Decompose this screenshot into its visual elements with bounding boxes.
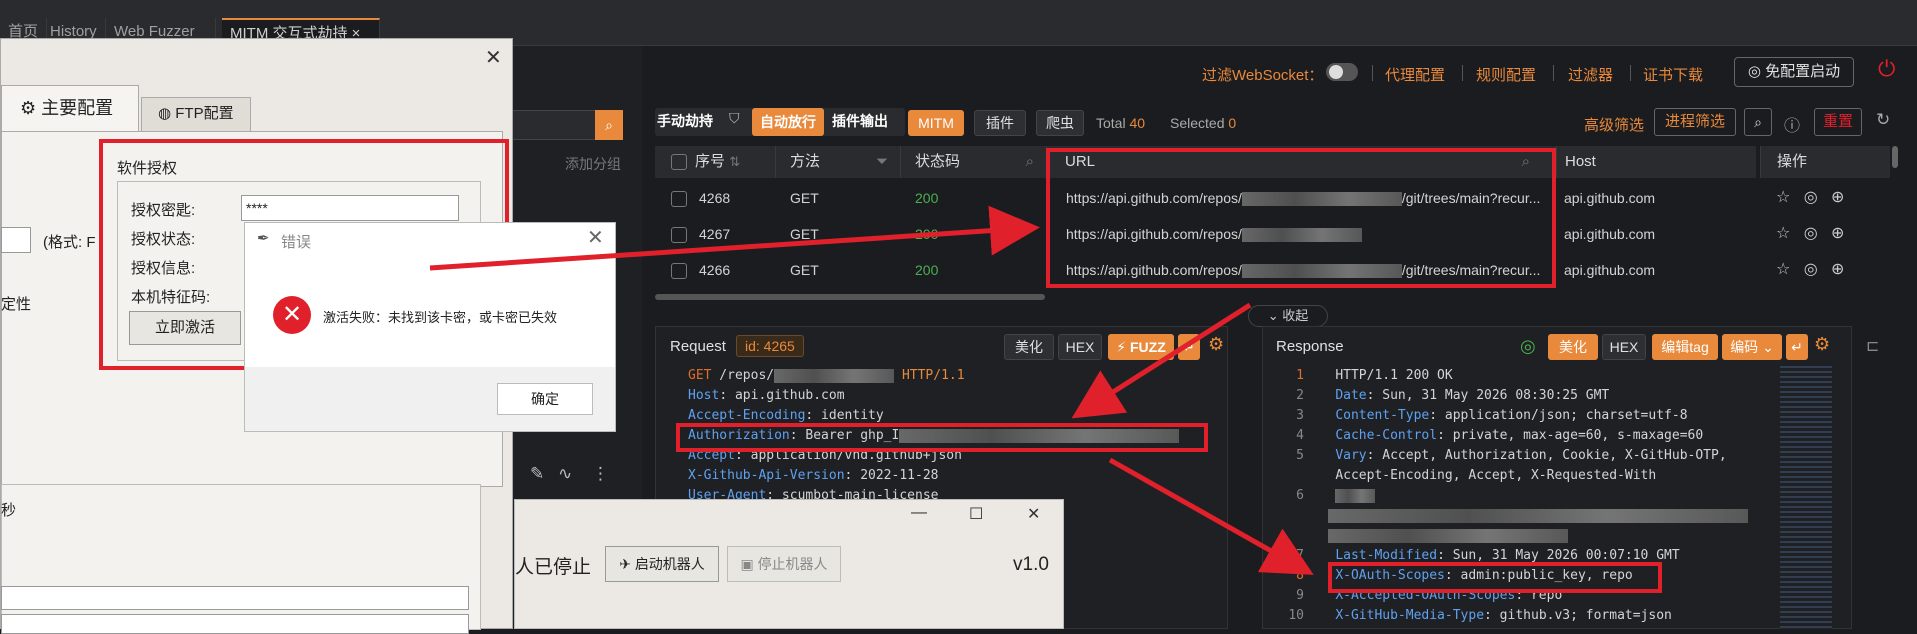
arrow-to-auth (1071, 302, 1252, 419)
annotation-arrows (429, 205, 1314, 575)
arrow-to-url (429, 205, 1040, 271)
arrow-to-scopes (1108, 457, 1314, 575)
